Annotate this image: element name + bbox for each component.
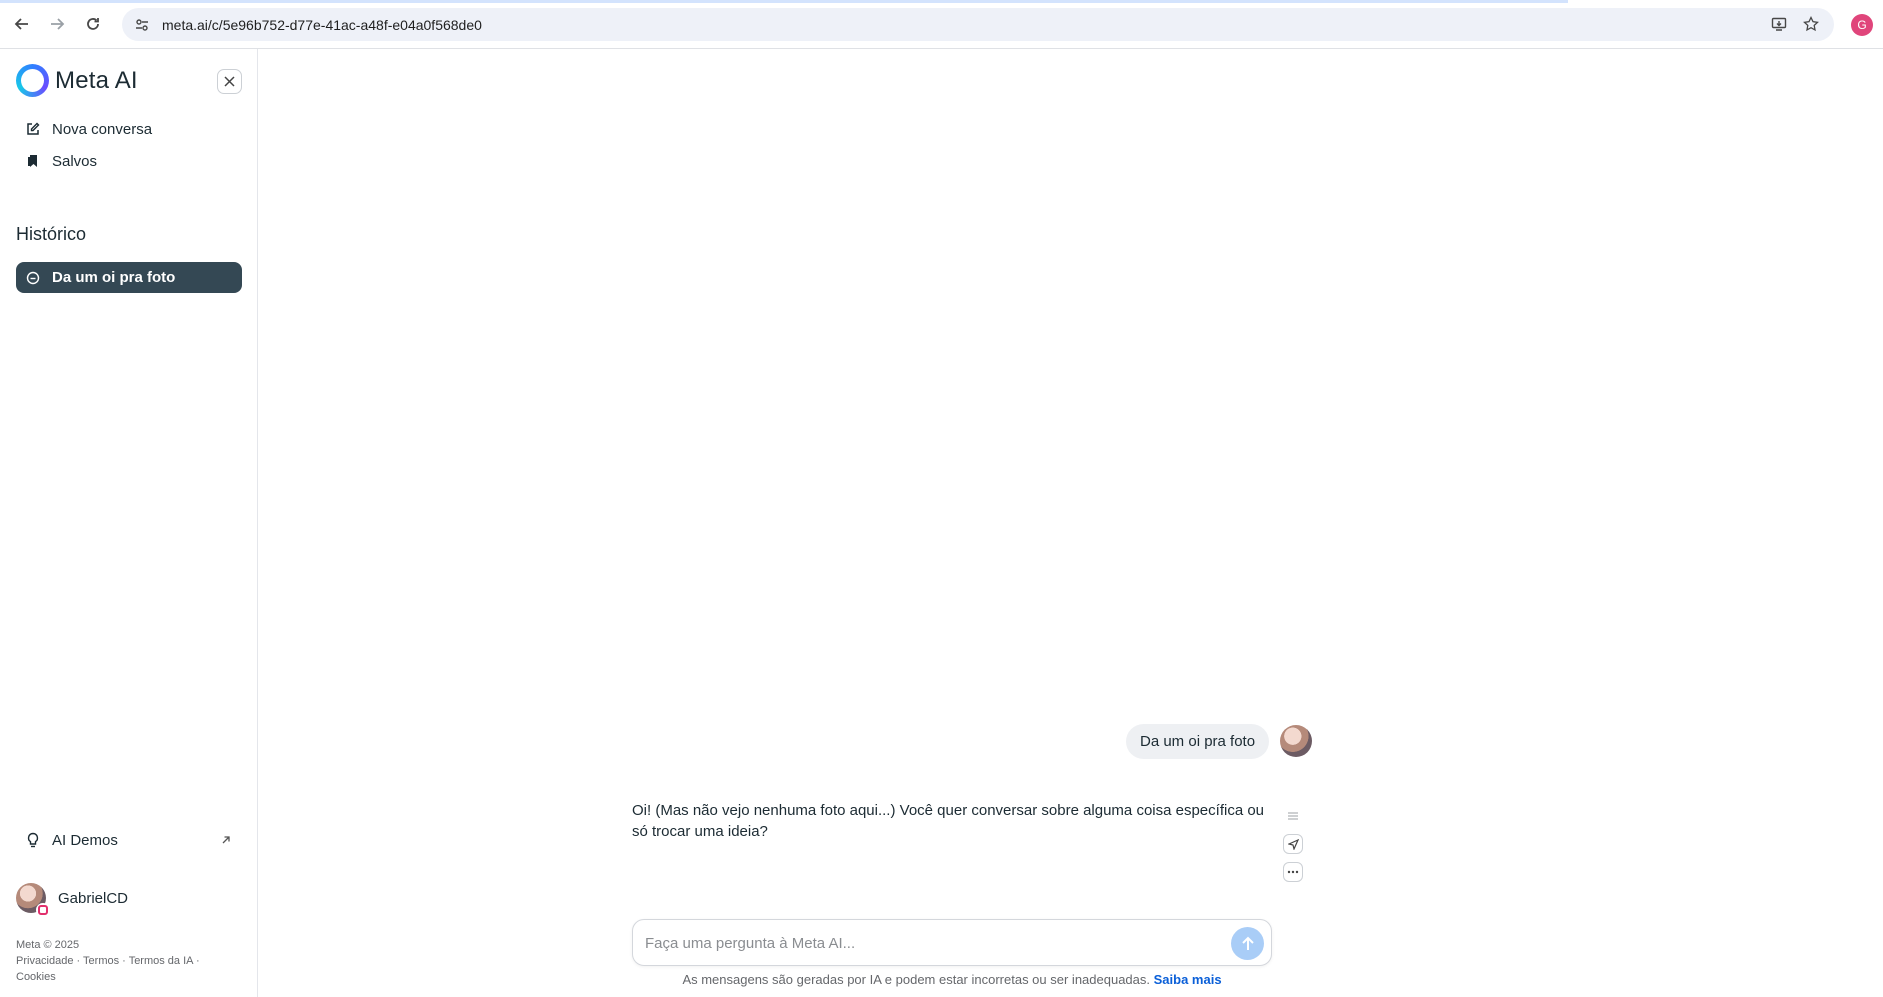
avatar xyxy=(16,883,50,917)
site-settings-icon[interactable] xyxy=(132,15,152,35)
external-link-icon xyxy=(218,832,234,848)
user-profile[interactable]: GabrielCD xyxy=(16,883,129,917)
learn-more-link[interactable]: Saiba mais xyxy=(1154,972,1222,987)
footer-links[interactable]: Privacidade · Termos · Termos da IA · Co… xyxy=(16,953,216,985)
profile-avatar[interactable]: G xyxy=(1851,14,1873,36)
send-button[interactable] xyxy=(1231,927,1264,960)
history-heading: Histórico xyxy=(16,224,87,244)
address-bar[interactable]: meta.ai/c/5e96b752-d77e-41ac-a48f-e04a0f… xyxy=(122,8,1834,41)
history-item-active[interactable]: Da um oi pra foto xyxy=(16,262,242,293)
share-icon[interactable] xyxy=(1283,834,1303,854)
disclaimer-text: As mensagens são geradas por IA e podem … xyxy=(682,972,1150,987)
instagram-icon xyxy=(36,903,50,917)
meta-ai-logo[interactable]: Meta AI xyxy=(16,64,138,97)
bookmark-star-icon[interactable] xyxy=(1799,12,1823,36)
meta-ai-ring-icon xyxy=(16,64,49,97)
history-item-label: Da um oi pra foto xyxy=(52,269,176,286)
user-message-bubble: Da um oi pra foto xyxy=(1126,724,1270,759)
install-app-icon[interactable] xyxy=(1767,12,1791,36)
sidebar: Meta AI Nova conversa Salvos Histórico D… xyxy=(0,49,258,997)
ai-disclaimer: As mensagens são geradas por IA e podem … xyxy=(632,972,1272,987)
message-input[interactable] xyxy=(645,932,1205,954)
copyright: Meta © 2025 xyxy=(16,939,80,951)
arrow-up-icon xyxy=(1241,936,1254,950)
reload-icon[interactable] xyxy=(80,11,106,37)
close-sidebar-button[interactable] xyxy=(217,69,242,94)
chat-bubble-icon xyxy=(24,269,42,287)
forward-icon[interactable] xyxy=(44,11,70,37)
sidebar-item-label: Salvos xyxy=(52,152,98,170)
ai-demos-link[interactable]: AI Demos xyxy=(16,826,242,854)
browser-toolbar: meta.ai/c/5e96b752-d77e-41ac-a48f-e04a0f… xyxy=(0,0,1883,49)
edit-icon xyxy=(24,120,42,138)
url-text[interactable]: meta.ai/c/5e96b752-d77e-41ac-a48f-e04a0f… xyxy=(162,17,482,33)
back-icon[interactable] xyxy=(9,11,35,37)
lightbulb-icon xyxy=(24,831,42,849)
sidebar-item-saved[interactable]: Salvos xyxy=(16,147,242,175)
avatar xyxy=(1280,725,1312,757)
footer: Meta © 2025 Privacidade · Termos · Termo… xyxy=(16,937,216,985)
message-composer[interactable] xyxy=(632,919,1272,966)
sidebar-item-new-conversation[interactable]: Nova conversa xyxy=(16,115,242,143)
loading-bar xyxy=(0,0,1568,3)
user-name: GabrielCD xyxy=(58,889,129,907)
adjust-icon[interactable] xyxy=(1283,806,1303,826)
more-options-icon[interactable] xyxy=(1283,862,1303,882)
close-icon xyxy=(224,76,235,87)
logo-text: Meta AI xyxy=(55,66,138,94)
sidebar-item-label: Nova conversa xyxy=(52,120,153,138)
ai-demos-label: AI Demos xyxy=(52,831,118,849)
ai-message: Oi! (Mas não vejo nenhuma foto aqui...) … xyxy=(632,802,1265,840)
bookmark-icon xyxy=(24,152,42,170)
